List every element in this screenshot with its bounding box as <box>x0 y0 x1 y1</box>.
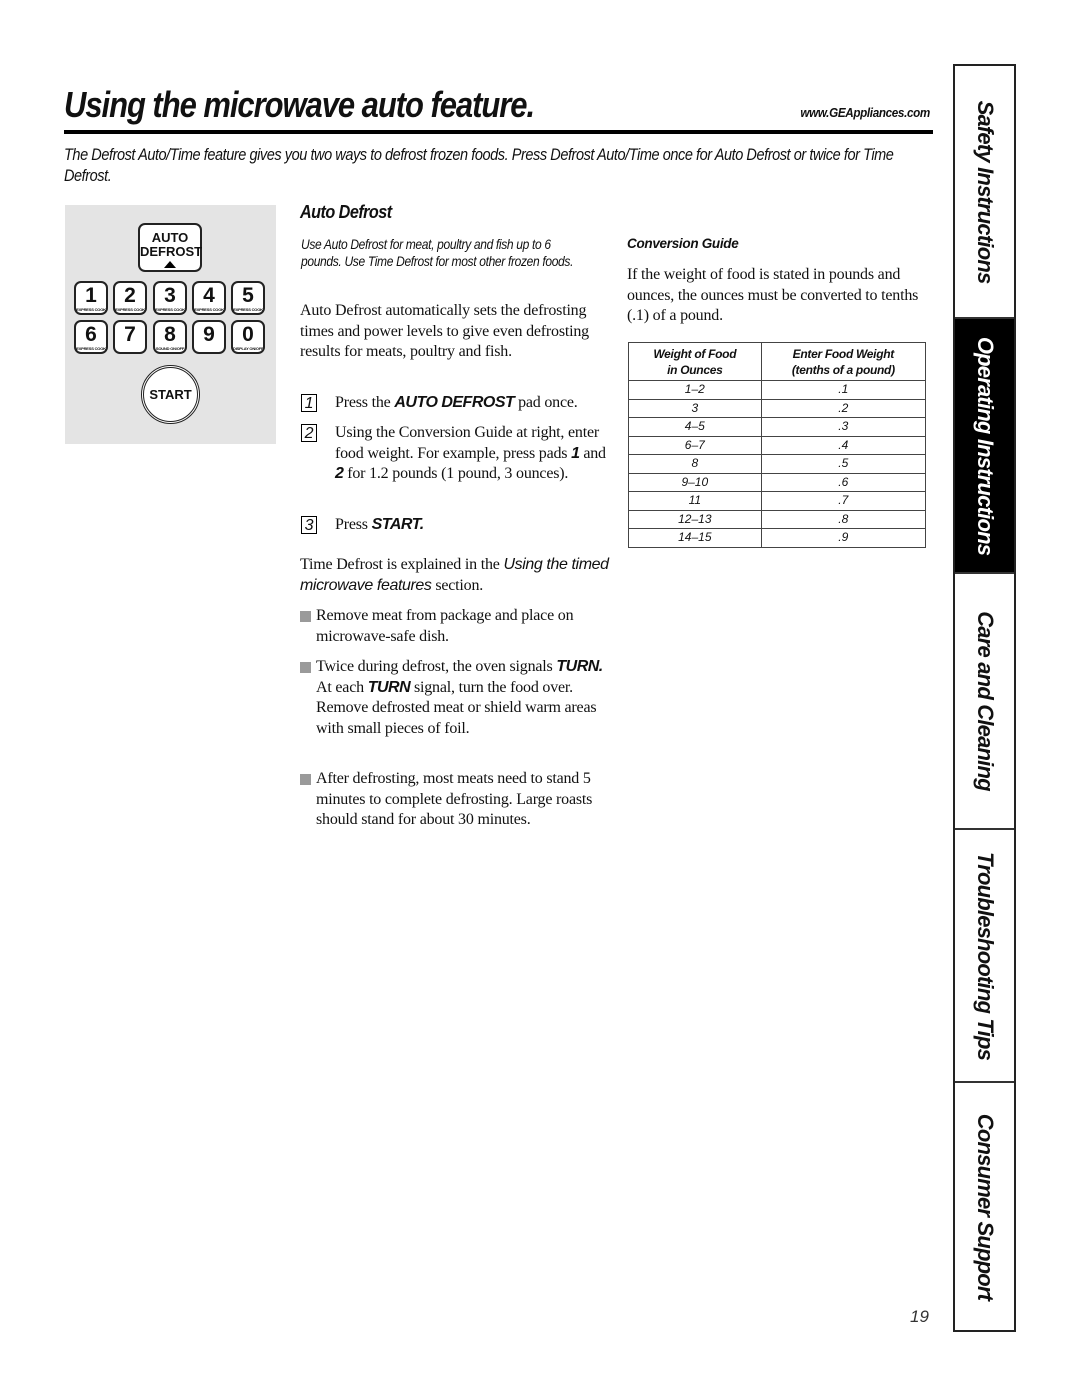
keypad-illustration: AUTO DEFROST 1 EXPRESS COOK 2 EXPRESS COOK… <box>65 205 276 444</box>
section-note: Use Auto Defrost for meat, poultry and f… <box>301 236 574 269</box>
table-row: 12–13.8 <box>628 509 927 529</box>
number-pad: 8 SOUND ON/OFF <box>153 320 187 354</box>
section-body: Auto Defrost automatically sets the defr… <box>300 302 589 360</box>
website-link[interactable]: www.GEAppliances.com <box>800 105 930 120</box>
tab-troubleshooting-tips[interactable]: Troubleshooting Tips <box>955 830 1014 1083</box>
number-pad: 0 DISPLAY ON/OFF <box>231 320 265 354</box>
tab-care-and-cleaning[interactable]: Care and Cleaning <box>955 574 1014 830</box>
step-number: 3 <box>301 516 317 534</box>
intro-paragraph: The Defrost Auto/Time feature gives you … <box>64 146 894 185</box>
table-row: 6–7.4 <box>628 435 927 455</box>
conversion-guide-heading: Conversion Guide <box>627 236 739 251</box>
table-row: 14–15.9 <box>628 528 927 548</box>
triangle-indicator-icon <box>164 261 176 268</box>
number-pad: 1 EXPRESS COOK <box>74 281 108 315</box>
tab-operating-instructions[interactable]: Operating Instructions <box>955 319 1014 574</box>
table-row: 1–2.1 <box>628 380 927 400</box>
number-pad: 3 EXPRESS COOK <box>153 281 187 315</box>
table-row: 8.5 <box>628 454 927 474</box>
square-bullet-icon <box>300 611 311 622</box>
page-number: 19 <box>910 1307 929 1326</box>
number-pad: 7 <box>113 320 147 354</box>
number-pad: 6 EXPRESS COOK <box>74 320 108 354</box>
header-divider <box>64 130 933 134</box>
start-pad: START <box>141 365 200 424</box>
table-row: 11.7 <box>628 491 927 511</box>
auto-defrost-pad: AUTO DEFROST <box>138 223 202 272</box>
step-item: 3 Press START. <box>301 515 611 536</box>
conversion-guide-body: If the weight of food is stated in pound… <box>627 266 919 324</box>
bullet-item: Remove meat from package and place on mi… <box>300 606 610 647</box>
table-header-row: Weight of Food in Ounces Enter Food Weigh… <box>628 342 927 381</box>
table-row: 3.2 <box>628 398 927 418</box>
tab-safety-instructions[interactable]: Safety Instructions <box>955 66 1014 319</box>
number-pad: 9 <box>192 320 226 354</box>
bullet-item: Twice during defrost, the oven signals T… <box>300 657 610 739</box>
auto-defrost-pad-line1: AUTO <box>151 230 189 245</box>
conversion-table: Weight of Food in Ounces Enter Food Weigh… <box>628 342 927 548</box>
number-pad: 4 EXPRESS COOK <box>192 281 226 315</box>
square-bullet-icon <box>300 774 311 785</box>
column-header-enter-weight: Enter Food Weight (tenths of a pound) <box>760 342 927 381</box>
number-pad: 2 EXPRESS COOK <box>113 281 147 315</box>
square-bullet-icon <box>300 662 311 673</box>
tab-consumer-support[interactable]: Consumer Support <box>955 1083 1014 1330</box>
table-row: 9–10.6 <box>628 472 927 492</box>
section-tabs: Safety Instructions Operating Instructio… <box>953 64 1016 1332</box>
bullet-item: After defrosting, most meats need to sta… <box>300 769 610 831</box>
step-number: 2 <box>301 424 317 442</box>
step-number: 1 <box>301 394 317 412</box>
page-title: Using the microwave auto feature. <box>64 84 535 125</box>
section-heading: Auto Defrost <box>300 202 392 222</box>
column-header-weight: Weight of Food in Ounces <box>628 342 762 381</box>
auto-defrost-pad-line2: DEFROST <box>140 244 203 259</box>
step-item: 2 Using the Conversion Guide at right, e… <box>301 423 611 485</box>
step-item: 1 Press the AUTO DEFROST pad once. <box>301 393 611 414</box>
table-row: 4–5.3 <box>628 417 927 437</box>
time-defrost-reference: Time Defrost is explained in the Using t… <box>300 556 609 594</box>
number-pad: 5 EXPRESS COOK <box>231 281 265 315</box>
